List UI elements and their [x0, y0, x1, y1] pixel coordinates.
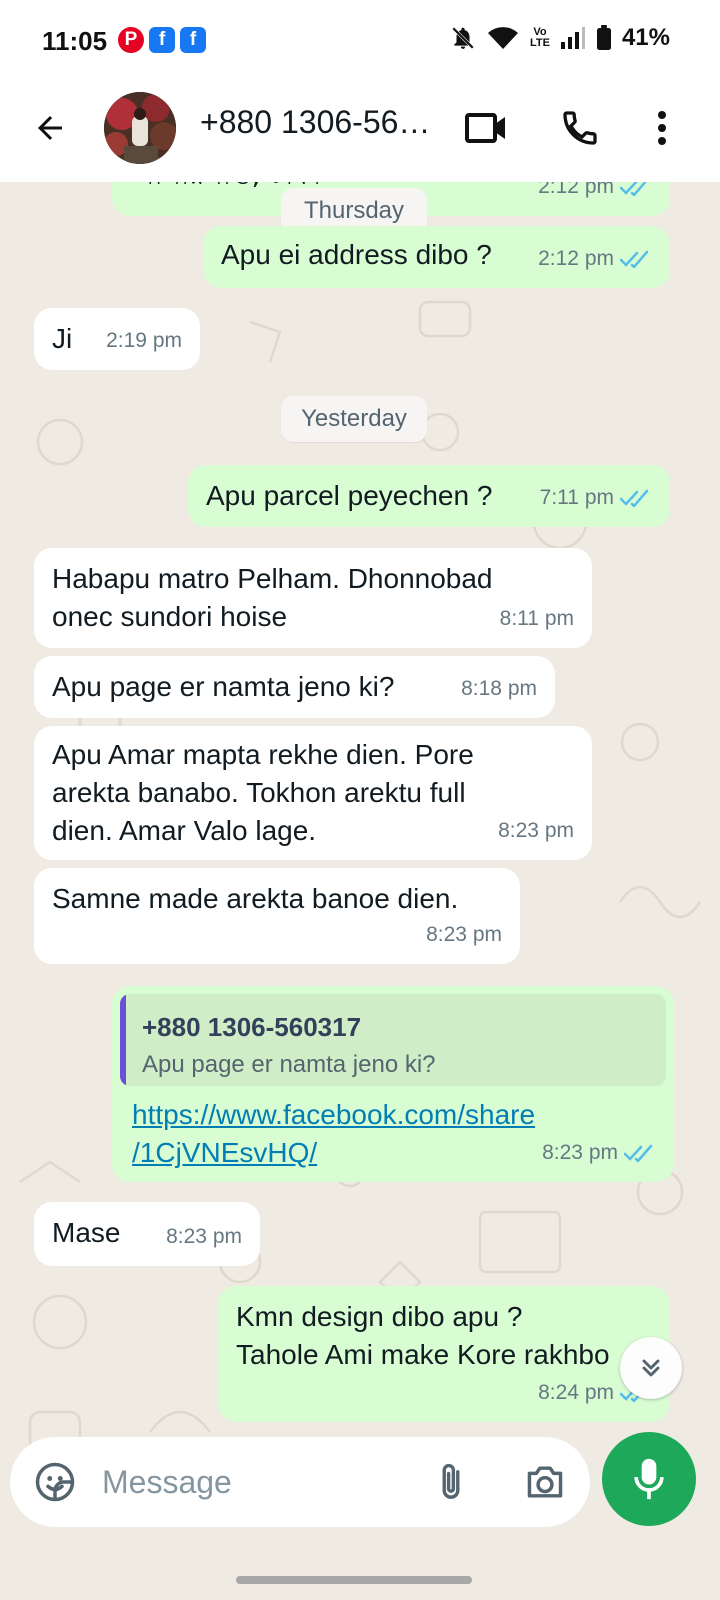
battery-icon	[596, 25, 611, 50]
paperclip-icon	[442, 1463, 460, 1499]
message-time: 8:23 pm	[498, 819, 574, 842]
more-vertical-icon	[658, 111, 666, 145]
quoted-sender: +880 1306-560317	[142, 1012, 362, 1042]
pinterest-icon: P	[118, 27, 144, 53]
battery-percent: 41%	[621, 24, 670, 51]
facebook-icon: f	[180, 27, 206, 53]
message-meta: 2:19 pm	[106, 322, 182, 360]
message-time: 7:11 pm	[539, 486, 614, 509]
message-meta: 8:23 pm	[498, 812, 574, 850]
video-camera-icon	[465, 113, 505, 143]
quoted-text: Apu page er namta jeno ki?	[142, 1051, 436, 1078]
video-call-button[interactable]	[460, 102, 512, 154]
system-status: Vo LTE 41%	[450, 24, 670, 52]
message-meta: 8:23 pm	[542, 1134, 656, 1172]
home-indicator[interactable]	[236, 1576, 472, 1584]
message-time: 8:23 pm	[542, 1141, 618, 1164]
sticker-smiley-icon	[35, 1462, 75, 1502]
date-divider-yesterday: Yesterday	[281, 396, 427, 442]
message-bubble[interactable]: Habapu matro Pelham. Dhonnobad onec sund…	[34, 548, 592, 648]
message-bubble[interactable]: Ji 2:19 pm	[34, 308, 200, 370]
volte-indicator: Vo LTE	[529, 26, 550, 49]
microphone-icon	[634, 1458, 664, 1500]
message-time: 8:11 pm	[499, 607, 574, 630]
double-chevron-down-icon	[642, 1359, 660, 1377]
muted-bell-icon	[452, 27, 474, 49]
voice-call-button[interactable]	[554, 102, 606, 154]
message-meta: 8:11 pm	[500, 600, 574, 638]
message-meta: 2:12 pm	[538, 182, 652, 206]
message-input[interactable]: Message	[102, 1464, 232, 1501]
contact-name[interactable]: +880 1306-56…	[200, 104, 430, 141]
sticker-button[interactable]	[32, 1459, 78, 1505]
quoted-message[interactable]: +880 1306-560317 Apu page er namta jeno …	[120, 994, 666, 1086]
back-button[interactable]	[26, 104, 74, 152]
message-bubble[interactable]: Kmn design dibo apu ? Tahole Ami make Ko…	[218, 1286, 670, 1422]
more-options-button[interactable]	[636, 102, 688, 154]
message-meta: 7:11 pm	[540, 479, 652, 517]
signal-icon	[560, 27, 585, 49]
message-bubble[interactable]: Mase 8:23 pm	[34, 1202, 260, 1266]
message-bubble[interactable]: Apu page er namta jeno ki? 8:18 pm	[34, 656, 555, 718]
message-bubble[interactable]: Samne made arekta banoe dien. 8:23 pm	[34, 868, 520, 964]
read-ticks-icon	[620, 182, 647, 196]
message-meta: 8:23 pm	[426, 916, 502, 954]
camera-icon	[527, 1466, 563, 1498]
message-time: 2:12 pm	[538, 182, 614, 198]
reply-message-bubble[interactable]: +880 1306-560317 Apu page er namta jeno …	[112, 986, 674, 1182]
voice-message-button[interactable]	[602, 1432, 696, 1526]
phone-icon	[563, 111, 597, 145]
chat-area[interactable]: আগারগাও, ঢাকা 2:12 pm Thursday Apu ei ad…	[0, 182, 720, 1600]
status-time: 11:05	[42, 26, 108, 56]
notification-icons: P f f	[118, 27, 206, 53]
message-meta: 8:23 pm	[166, 1218, 242, 1256]
back-arrow-icon	[38, 116, 62, 140]
message-meta: 8:18 pm	[461, 670, 537, 708]
contact-avatar[interactable]	[104, 92, 176, 164]
message-time: 8:18 pm	[461, 677, 537, 700]
attach-button[interactable]	[428, 1459, 474, 1505]
message-composer[interactable]: Message	[10, 1437, 590, 1527]
message-time: 2:19 pm	[106, 329, 182, 352]
read-ticks-icon	[624, 1144, 653, 1162]
message-time: 8:23 pm	[166, 1225, 242, 1248]
read-ticks-icon	[620, 250, 649, 268]
message-time: 2:12 pm	[538, 247, 614, 270]
read-ticks-icon	[620, 489, 649, 507]
scroll-to-bottom-button[interactable]	[620, 1337, 682, 1399]
quote-accent-bar	[120, 994, 126, 1086]
message-time: 8:24 pm	[538, 1381, 614, 1404]
shared-link[interactable]: https://www.facebook.com/share /1CjVNEsv…	[132, 1096, 535, 1172]
message-bubble[interactable]: Apu parcel peyechen ? 7:11 pm	[188, 465, 670, 527]
facebook-icon: f	[149, 27, 175, 53]
message-bubble[interactable]: Apu ei address dibo ? 2:12 pm	[203, 226, 670, 288]
wifi-icon	[487, 27, 518, 49]
message-time: 8:23 pm	[426, 923, 502, 946]
chat-header: +880 1306-56…	[0, 82, 720, 182]
message-bubble[interactable]: Apu Amar mapta rekhe dien. Pore arekta b…	[34, 726, 592, 860]
status-bar: 11:05 P f f Vo LTE 41%	[0, 0, 720, 82]
camera-button[interactable]	[522, 1459, 568, 1505]
message-meta: 2:12 pm	[538, 240, 652, 278]
